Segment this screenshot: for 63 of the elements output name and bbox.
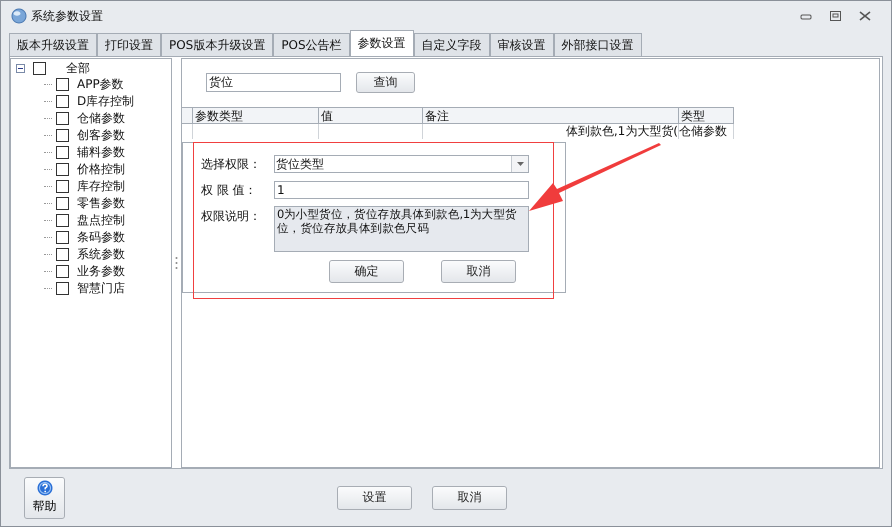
tree-item[interactable]: 盘点控制 <box>77 212 125 229</box>
tree-item[interactable]: 辅料参数 <box>77 144 125 161</box>
maximize-icon[interactable] <box>830 11 841 21</box>
collapse-icon[interactable] <box>16 64 25 72</box>
checkbox[interactable] <box>56 129 69 142</box>
checkbox[interactable] <box>56 248 69 261</box>
checkbox[interactable] <box>56 112 69 125</box>
help-button[interactable]: 帮助 <box>24 476 65 518</box>
tree-item[interactable]: APP参数 <box>77 76 124 93</box>
input-field[interactable]: 1 <box>274 181 529 199</box>
tab[interactable]: 外部接口设置 <box>554 33 642 56</box>
dialog-button[interactable]: 确定 <box>329 260 404 283</box>
globe-icon <box>11 8 27 24</box>
tree-item[interactable]: 仓储参数 <box>77 110 125 127</box>
checkbox[interactable] <box>56 265 69 278</box>
tree-item[interactable]: 创客参数 <box>77 127 125 144</box>
query-button[interactable]: 查询 <box>356 72 415 93</box>
checkbox[interactable] <box>56 163 69 176</box>
table-cell: 仓储参数 <box>679 124 734 139</box>
tree-item[interactable]: 库存控制 <box>77 178 125 195</box>
splitter-handle[interactable] <box>175 256 178 270</box>
dropdown-icon[interactable] <box>511 156 528 172</box>
column-header[interactable]: 类型 <box>679 107 734 124</box>
tab[interactable]: POS版本升级设置 <box>161 33 274 56</box>
tab[interactable]: 打印设置 <box>97 33 161 56</box>
dialog-button[interactable]: 取消 <box>441 260 516 283</box>
tree-item[interactable]: 全部 <box>66 60 90 76</box>
checkbox[interactable] <box>33 62 46 74</box>
search-field[interactable]: 货位 <box>206 73 341 92</box>
tab[interactable]: 审核设置 <box>490 33 554 56</box>
tab[interactable]: 自定义字段 <box>414 33 490 56</box>
field-label: 选择权限： <box>201 156 262 173</box>
checkbox[interactable] <box>56 214 69 227</box>
tree-item[interactable]: 条码参数 <box>77 229 125 246</box>
field-label: 权限说明： <box>201 208 262 225</box>
tab[interactable]: 参数设置 <box>350 30 414 56</box>
tab[interactable]: POS公告栏 <box>273 33 350 56</box>
checkbox[interactable] <box>56 78 69 91</box>
help-icon <box>36 480 52 496</box>
checkbox[interactable] <box>56 282 69 295</box>
checkbox[interactable] <box>56 197 69 210</box>
checkbox[interactable] <box>56 180 69 193</box>
footer-button[interactable]: 取消 <box>432 486 507 510</box>
window-title: 系统参数设置 <box>31 8 103 24</box>
select-field[interactable]: 货位类型 <box>274 155 529 173</box>
tree-item[interactable]: D库存控制 <box>77 93 134 110</box>
column-header[interactable]: 值 <box>319 107 423 124</box>
tree-item[interactable]: 系统参数 <box>77 246 125 263</box>
text-area[interactable]: 0为小型货位，货位存放具体到款色,1为大型货位，货位存放具体到款色尺码 <box>274 206 529 252</box>
column-header[interactable]: 参数类型 <box>193 107 319 124</box>
tab[interactable]: 版本升级设置 <box>9 33 97 56</box>
tree-item[interactable]: 业务参数 <box>77 263 125 280</box>
tree-item[interactable]: 价格控制 <box>77 161 125 178</box>
minimize-icon[interactable] <box>800 12 812 20</box>
checkbox[interactable] <box>56 231 69 244</box>
footer-button[interactable]: 设置 <box>337 486 412 510</box>
tree-item[interactable]: 零售参数 <box>77 195 125 212</box>
checkbox[interactable] <box>56 95 69 108</box>
close-icon[interactable] <box>859 11 871 21</box>
checkbox[interactable] <box>56 146 69 159</box>
column-header[interactable]: 备注 <box>423 107 679 124</box>
tree-item[interactable]: 智慧门店 <box>77 280 125 297</box>
field-label: 权 限 值： <box>201 182 258 199</box>
